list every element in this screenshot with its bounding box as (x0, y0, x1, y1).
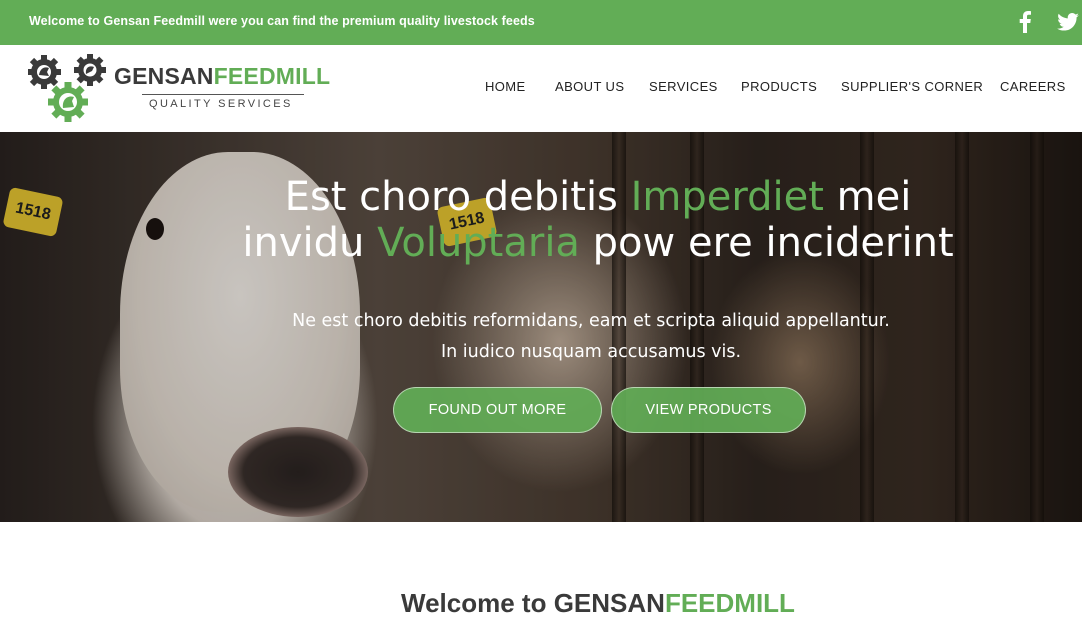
logo-wordmark: GENSANFEEDMILL (114, 65, 330, 88)
nav-products[interactable]: PRODUCTS (741, 79, 817, 97)
welcome-brand-gensan: GENSAN (553, 588, 665, 618)
nav-about-us[interactable]: ABOUT US (555, 79, 624, 97)
welcome-prefix: Welcome to (401, 588, 554, 618)
facebook-icon[interactable] (1013, 10, 1037, 34)
nav-home[interactable]: HOME (485, 79, 526, 97)
found-out-more-button[interactable]: FOUND OUT MORE (393, 387, 602, 433)
welcome-message: Welcome to Gensan Feedmill were you can … (29, 14, 535, 28)
nav-careers[interactable]: CAREERS (1000, 79, 1066, 97)
hero-banner: 1518 1518 Est choro debitis Imperdiet me… (0, 132, 1082, 522)
twitter-icon[interactable] (1056, 10, 1080, 34)
gears-logo-icon (28, 54, 106, 122)
nav-services[interactable]: SERVICES (649, 79, 718, 97)
hero-title: Est choro debitis Imperdiet mei invidu V… (0, 174, 1082, 266)
logo-tagline: QUALITY SERVICES (149, 98, 293, 110)
site-header: GENSANFEEDMILL QUALITY SERVICES HOME ABO… (0, 45, 1082, 132)
nav-suppliers-corner[interactable]: SUPPLIER'S CORNER (841, 79, 983, 97)
site-logo[interactable]: GENSANFEEDMILL QUALITY SERVICES (28, 54, 348, 126)
hero-title-highlight: Imperdiet (630, 174, 824, 220)
hero-title-text: invidu (242, 220, 378, 266)
logo-word-feedmill: FEEDMILL (213, 63, 331, 89)
hero-description: Ne est choro debitis reformidans, eam et… (292, 311, 890, 362)
hero-title-text: mei (823, 174, 912, 220)
welcome-brand-feedmill: FEEDMILL (664, 588, 795, 618)
hero-title-text: Est choro debitis (284, 174, 631, 220)
hero-title-text: pow ere inciderint (579, 220, 954, 266)
hero-title-highlight: Voluptaria (377, 220, 580, 266)
top-bar: Welcome to Gensan Feedmill were you can … (0, 0, 1082, 45)
welcome-heading: Welcome to GENSANFEEDMILL (0, 588, 1082, 619)
logo-word-gensan: GENSAN (114, 63, 214, 89)
view-products-button[interactable]: VIEW PRODUCTS (611, 387, 806, 433)
logo-divider (142, 94, 304, 95)
